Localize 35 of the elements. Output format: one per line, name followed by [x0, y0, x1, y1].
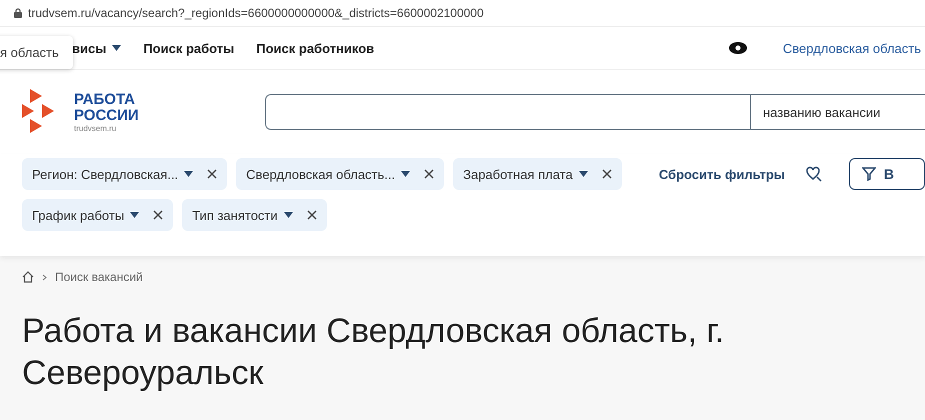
lock-icon [14, 8, 22, 18]
logo-text: РАБОТА [74, 92, 136, 108]
caret-icon [284, 212, 293, 218]
chevron-icon [42, 274, 47, 280]
logo-text: РОССИИ [74, 108, 139, 124]
filter-chip[interactable]: Регион: Свердловская... [22, 158, 228, 190]
close-icon[interactable] [207, 169, 218, 179]
caret-icon [184, 171, 194, 177]
close-icon[interactable] [602, 169, 612, 179]
nav-link[interactable]: Поиск работников [256, 40, 374, 56]
region-link[interactable]: Свердловская область [782, 40, 921, 56]
filter-chip[interactable]: Свердловская область... [236, 158, 444, 190]
search-by-select[interactable]: названию вакансии [750, 95, 925, 129]
close-icon[interactable] [424, 169, 434, 179]
caret-icon [112, 45, 122, 51]
eye-icon[interactable] [728, 42, 747, 54]
caret-icon [578, 171, 588, 177]
filter-chip[interactable]: Тип занятости [182, 199, 327, 231]
breadcrumb-link[interactable]: Поиск вакансий [55, 270, 143, 284]
tooltip: я область [0, 36, 73, 69]
close-icon[interactable] [306, 210, 317, 220]
home-icon[interactable] [22, 271, 34, 283]
filter-chip[interactable]: График работы [22, 199, 174, 231]
filter-icon [862, 167, 876, 181]
filter-button[interactable]: В [848, 158, 925, 190]
reset-filters-link[interactable]: Сбросить фильтры [658, 158, 785, 190]
filter-chip[interactable]: Заработная плата [453, 158, 622, 190]
caret-icon [401, 171, 410, 177]
close-icon[interactable] [153, 210, 164, 220]
logo-site: trudvsem.ru [74, 124, 118, 132]
nav-link[interactable]: висы [72, 40, 122, 56]
nav-link[interactable]: Поиск работы [143, 40, 234, 56]
search-field[interactable]: названию вакансии [265, 94, 925, 130]
page-title: Работа и вакансии Свердловская область, г. Североуральск [22, 311, 726, 394]
caret-icon [130, 212, 140, 218]
